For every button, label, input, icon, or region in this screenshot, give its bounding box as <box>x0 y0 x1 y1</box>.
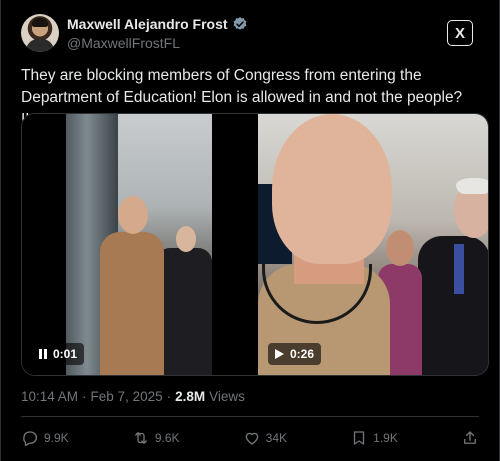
meta-separator: · <box>82 389 87 404</box>
repost-icon <box>134 432 147 444</box>
like-count: 34K <box>265 431 288 445</box>
video-timestamp-badge: 0:26 <box>268 343 322 365</box>
author-display-name[interactable]: Maxwell Alejandro Frost <box>67 16 228 32</box>
bookmark-count: 1.9K <box>373 431 398 445</box>
bookmark-icon <box>353 431 365 445</box>
repost-button[interactable]: 9.6K <box>132 429 180 447</box>
tweet-meta: 10:14 AM · Feb 7, 2025 · 2.8M Views <box>21 389 245 404</box>
video-time: 0:01 <box>53 347 78 361</box>
repost-count: 9.6K <box>154 431 180 445</box>
share-button[interactable] <box>461 429 479 447</box>
author-names: Maxwell Alejandro Frost @MaxwellFrostFL <box>67 16 248 51</box>
tweet-card: Maxwell Alejandro Frost @MaxwellFrostFL … <box>0 0 500 461</box>
author-handle[interactable]: @MaxwellFrostFL <box>67 35 248 51</box>
views-count: 2.8M <box>175 389 206 404</box>
reply-button[interactable]: 9.9K <box>21 429 69 447</box>
x-logo-icon[interactable]: X <box>447 20 473 46</box>
verified-icon <box>233 17 246 30</box>
avatar[interactable] <box>21 14 59 52</box>
pause-icon[interactable] <box>39 349 47 359</box>
divider <box>21 416 479 417</box>
media-grid: 0:01 0:26 <box>21 113 489 376</box>
bookmark-button[interactable]: 1.9K <box>350 429 398 447</box>
views-label: Views <box>209 389 245 404</box>
reply-icon <box>23 431 38 447</box>
video-time: 0:26 <box>290 347 315 361</box>
video-thumbnail-1[interactable]: 0:01 <box>22 114 212 375</box>
play-icon[interactable] <box>275 349 284 359</box>
tweet-header: Maxwell Alejandro Frost @MaxwellFrostFL … <box>21 14 479 56</box>
video-timestamp-badge: 0:01 <box>32 343 85 365</box>
meta-separator: · <box>166 389 172 404</box>
reply-count: 9.9K <box>44 431 69 445</box>
heart-icon <box>245 432 258 445</box>
post-date[interactable]: Feb 7, 2025 <box>91 389 163 404</box>
share-icon <box>464 431 476 444</box>
video-thumbnail-2[interactable]: 0:26 <box>258 114 488 375</box>
like-button[interactable]: 34K <box>243 429 287 447</box>
post-time[interactable]: 10:14 AM <box>21 389 78 404</box>
action-bar: 9.9K 9.6K 34K 1.9K <box>21 428 479 448</box>
